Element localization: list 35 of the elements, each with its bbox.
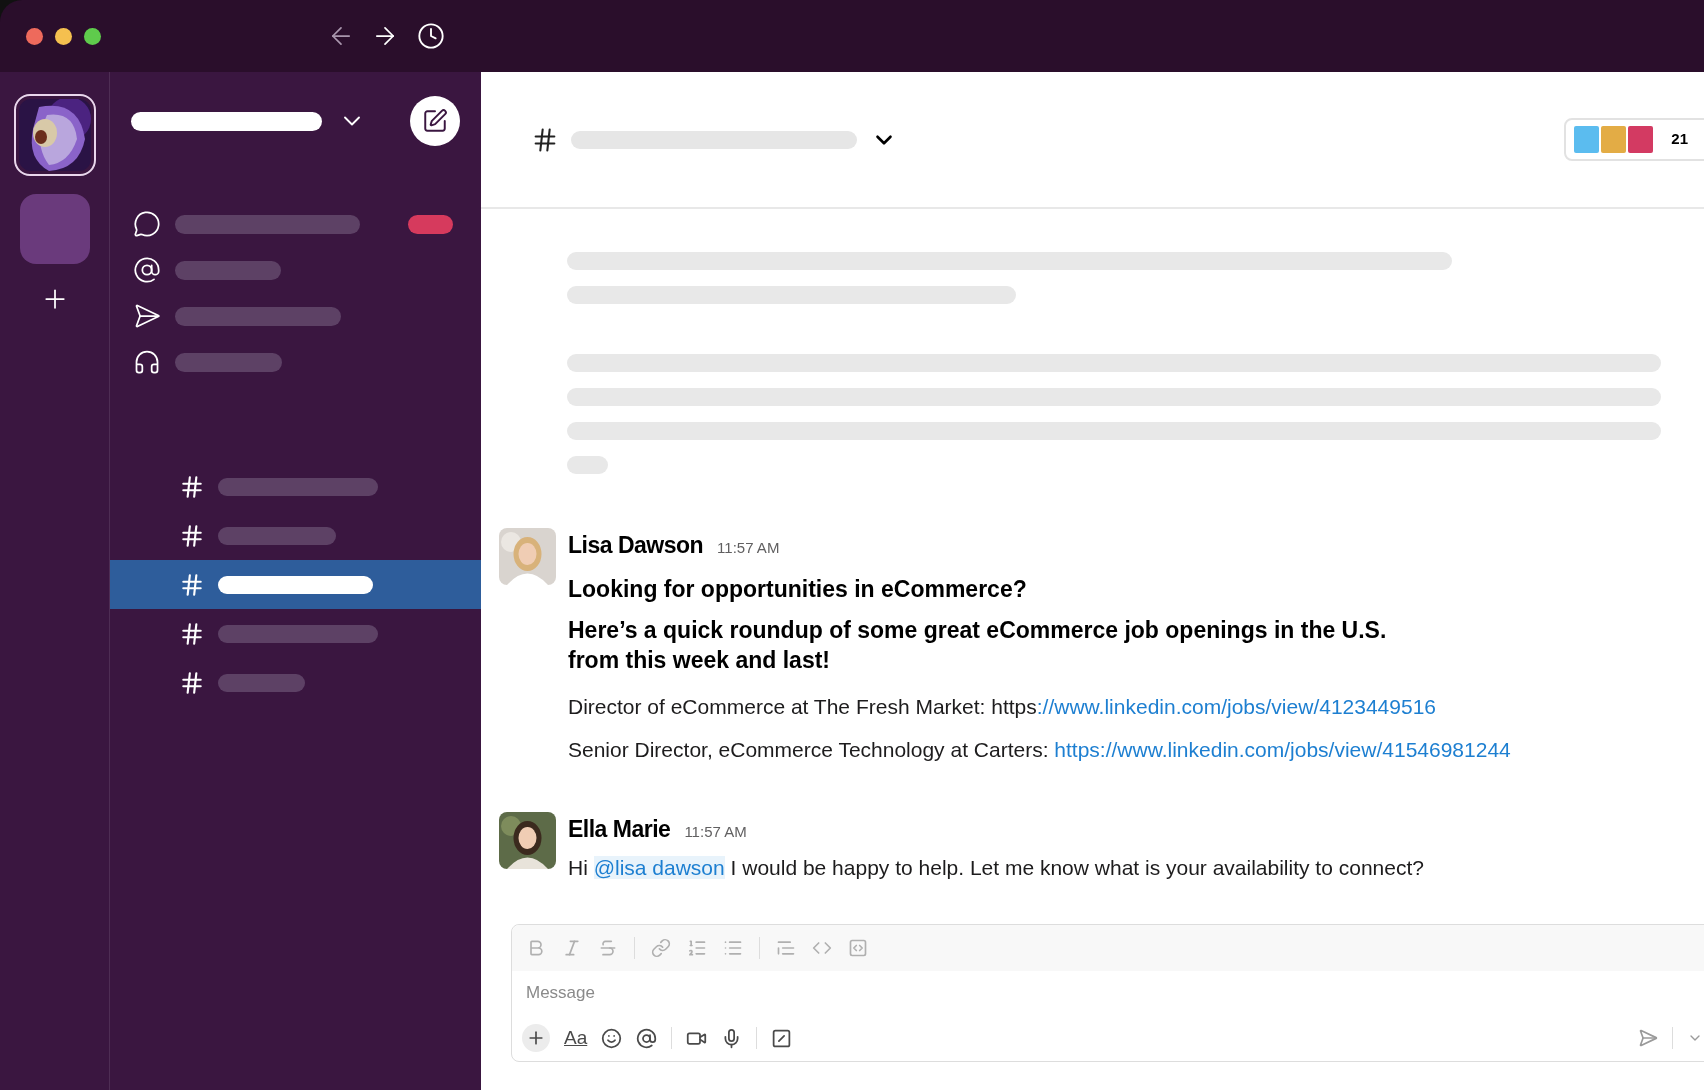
slash-command-icon[interactable] <box>771 1027 793 1049</box>
clock-icon[interactable] <box>417 22 445 50</box>
link[interactable]: https://www.linkedin.com/jobs/view/41546981244 <box>1054 738 1511 761</box>
hash-icon <box>179 620 205 647</box>
message-heading: Looking for opportunities in eCommerce? <box>568 574 1028 604</box>
message-text: Senior Director, eCommerce Technology at Carters: https://www.linkedin.com/jobs/view/41546981244 <box>568 737 1511 763</box>
message-time[interactable]: 11:57 AM <box>684 820 747 843</box>
mention-link[interactable]: @lisa dawson <box>593 856 725 879</box>
chat-bubble-icon[interactable] <box>133 210 161 238</box>
hash-icon <box>179 473 205 500</box>
add-button[interactable] <box>522 1024 550 1052</box>
compose-icon <box>422 108 448 134</box>
message-text: Director of eCommerce at The Fresh Market: https://www.linkedin.com/jobs/view/4123449516 <box>568 693 1437 720</box>
channel-item[interactable] <box>110 560 481 609</box>
hash-icon <box>179 669 205 696</box>
headphones-icon[interactable] <box>133 348 161 376</box>
message-text: Hi @lisa dawson I would be happy to help. Let me know what is your availability to connect? <box>568 855 1424 881</box>
message-heading: Here’s a quick roundup of some great eCommerce job openings in the U.S. from this week and last! <box>568 615 1388 675</box>
at-sign-icon[interactable] <box>636 1027 658 1049</box>
message-time[interactable]: 11:57 AM <box>717 537 780 560</box>
format-button[interactable]: Aa <box>564 1023 588 1053</box>
minimize-window-icon[interactable] <box>55 27 72 45</box>
author-name[interactable]: Ella Marie <box>568 811 671 846</box>
message-composer[interactable]: Message Aa <box>511 924 1704 1062</box>
members-button[interactable]: 21 <box>1564 118 1704 161</box>
author-name[interactable]: Lisa Dawson <box>568 528 704 563</box>
link[interactable]: ://www.linkedin.com/jobs/view/4123449516 <box>1036 694 1436 718</box>
hash-icon <box>179 571 205 598</box>
close-window-icon[interactable] <box>26 27 43 45</box>
member-count: 21 <box>1671 129 1688 150</box>
smile-icon[interactable] <box>601 1027 623 1049</box>
maximize-window-icon[interactable] <box>84 27 101 45</box>
hash-icon <box>179 522 205 549</box>
send-icon[interactable] <box>133 302 161 330</box>
compose-button[interactable] <box>410 96 460 146</box>
